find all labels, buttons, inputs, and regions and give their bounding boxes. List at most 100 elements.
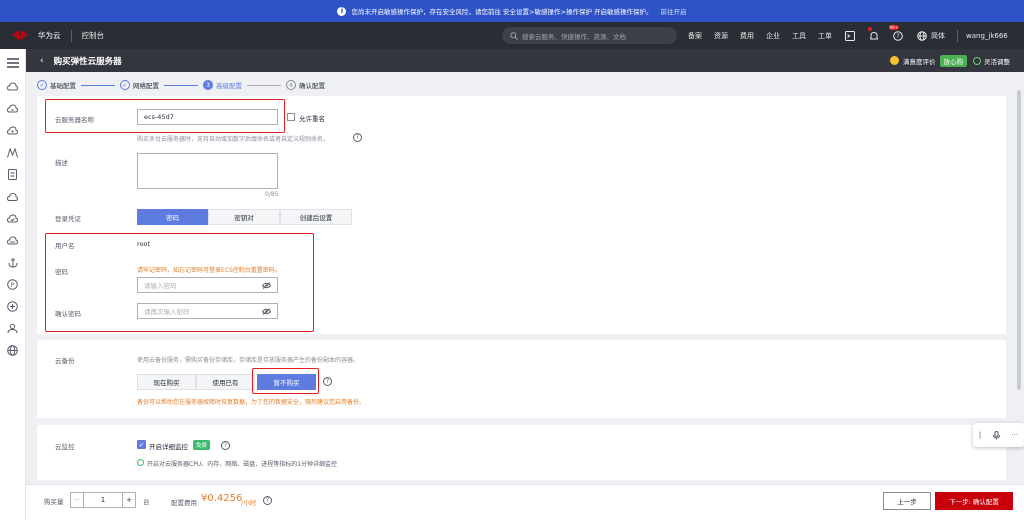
huawei-logo-icon[interactable]	[10, 26, 30, 46]
svg-text:P: P	[11, 282, 15, 289]
cloud-network-icon[interactable]	[6, 124, 19, 137]
quantity-stepper: − 1 +	[70, 492, 136, 508]
microphone-icon[interactable]	[992, 430, 1000, 440]
back-arrow-icon[interactable]: ‹	[40, 56, 44, 66]
nav-enterprise[interactable]: 企业	[766, 31, 780, 41]
nav-beian[interactable]: 备案	[688, 31, 702, 41]
step-connector	[247, 84, 281, 86]
description-label: 描述	[55, 159, 68, 167]
backup-hint: 使用云备份服务，需购买备份存储库，存储库是存放服务器产生的备份副本的容器。	[137, 357, 360, 364]
cloud-security-icon[interactable]	[6, 212, 19, 225]
nav-resources[interactable]: 资源	[714, 31, 728, 41]
page-title-bar: ‹ 购买弹性云服务器	[26, 49, 1024, 72]
eye-off-icon[interactable]	[262, 282, 271, 289]
quantity-unit: 台	[143, 498, 150, 506]
password-warning: 请牢记密码，如忘记密码可登录ECS控制台重置密码。	[137, 267, 281, 274]
check-icon: ✓	[37, 80, 47, 90]
cloud-icon[interactable]	[6, 190, 19, 203]
global-icon[interactable]	[6, 344, 19, 357]
confirm-password-input[interactable]: 请再次输入密码	[137, 303, 278, 319]
price-unit: /小时	[241, 499, 257, 507]
cloud-monitor-panel	[37, 425, 1006, 480]
notice-link[interactable]: 前往开启	[661, 6, 687, 16]
description-textarea[interactable]	[137, 153, 278, 189]
page-scrollbar[interactable]	[1017, 90, 1021, 390]
menu-icon[interactable]	[6, 56, 19, 69]
cloud-storage-icon[interactable]	[6, 102, 19, 115]
option-use-existing[interactable]: 使用已有	[196, 374, 255, 390]
globe-icon[interactable]	[916, 30, 928, 42]
help-icon[interactable]: ?	[353, 133, 362, 142]
user-menu[interactable]: wang_jk666	[966, 32, 1008, 40]
password-input[interactable]: 请输入密码	[137, 277, 278, 293]
monitor-description: 开启对云服务器CPU、内存、网络、磁盘、进程等指标的1分钟详细监控	[147, 461, 338, 468]
nav-tools[interactable]: 工具	[792, 31, 806, 41]
server-name-hint: 购买多台云服务器时，支持自动增加数字后缀命名或者自定义规则命名。	[137, 136, 330, 143]
allow-duplicate-checkbox[interactable]	[287, 113, 295, 121]
nav-tickets[interactable]: 工单	[818, 31, 832, 41]
database-icon[interactable]	[6, 168, 19, 181]
step-advanced: 3 高级配置	[203, 80, 242, 90]
step-label: 确认配置	[299, 82, 325, 90]
notification-badge: 99+	[888, 24, 899, 30]
monitor-checkbox[interactable]: ✓	[137, 440, 146, 449]
login-credential-label: 登录凭证	[55, 215, 81, 223]
check-circle-icon	[973, 56, 981, 65]
floating-toolbar: | ···	[973, 423, 1024, 447]
bell-icon[interactable]	[868, 26, 880, 42]
decrement-button[interactable]: −	[70, 492, 84, 508]
header-divider	[70, 29, 72, 42]
help-icon[interactable]: ? 99+	[888, 24, 904, 42]
cursor-icon[interactable]: |	[979, 431, 981, 439]
search-icon	[510, 31, 518, 40]
highlight-backup-skip	[252, 368, 319, 394]
rating-link[interactable]: 满意度评价	[903, 56, 936, 66]
step-network[interactable]: ✓ 网络配置	[120, 80, 159, 90]
more-icon[interactable]: ···	[1011, 431, 1018, 439]
login-credential-selector: 密码 密钥对 创建后设置	[137, 209, 352, 225]
eye-off-icon[interactable]	[262, 308, 271, 315]
step-label: 高级配置	[216, 82, 242, 90]
option-password[interactable]: 密码	[137, 209, 208, 225]
flex-adjust-link[interactable]: 灵活调整	[984, 56, 1010, 66]
cloud-server-icon[interactable]	[6, 80, 19, 93]
global-search-input[interactable]: 搜索云服务、快捷操作、资源、文档	[502, 27, 677, 44]
security-notice-bar: i 您尚未开启敏感操作保护，存在安全风险，请您前往 安全设置>敏感操作>操作保护…	[0, 0, 1024, 22]
left-sidebar: P	[0, 49, 26, 520]
help-icon[interactable]: ?	[263, 496, 272, 505]
quantity-input[interactable]: 1	[84, 492, 122, 508]
info-icon: i	[337, 6, 347, 16]
backup-warning: 备份可以帮助您在服务器故障时恢复数据，为了您的数据安全，强烈建议您启用备份。	[137, 399, 366, 406]
language-switch[interactable]: 简体	[931, 31, 945, 41]
step-connector	[81, 84, 115, 86]
management-icon[interactable]	[6, 300, 19, 313]
option-buy-now[interactable]: 现在购买	[137, 374, 196, 390]
nav-billing[interactable]: 费用	[740, 31, 754, 41]
header-nav: 备案 资源 费用 企业 工具 工单 ? 99+ 简体 wang_jk666	[688, 22, 1020, 49]
option-set-later[interactable]: 创建后设置	[280, 209, 352, 225]
console-link[interactable]: 控制台	[82, 30, 105, 41]
user-security-icon[interactable]	[6, 322, 19, 335]
highlight-server-name	[45, 99, 285, 133]
service-icon[interactable]: P	[6, 278, 19, 291]
help-icon[interactable]: ?	[221, 441, 230, 450]
step-basic[interactable]: ✓ 基础配置	[37, 80, 76, 90]
brand-name[interactable]: 华为云	[38, 30, 61, 41]
previous-step-button[interactable]: 上一步	[883, 492, 931, 510]
step-connector	[164, 84, 198, 86]
quantity-label: 购买量	[44, 498, 64, 506]
next-step-button[interactable]: 下一步: 确认配置	[935, 492, 1013, 510]
cloudshell-icon[interactable]	[844, 30, 856, 42]
step-number: 4	[286, 80, 296, 90]
monitor-checkbox-label: 开启详细监控	[149, 443, 188, 451]
cloud-monitor-icon[interactable]	[6, 234, 19, 247]
check-icon: ✓	[120, 80, 130, 90]
monitor-label: 云监控	[55, 443, 75, 451]
increment-button[interactable]: +	[122, 492, 136, 508]
option-keypair[interactable]: 密钥对	[208, 209, 280, 225]
analytics-icon[interactable]	[6, 146, 19, 159]
svg-text:?: ?	[896, 33, 899, 40]
help-icon[interactable]: ?	[323, 377, 332, 386]
anchor-icon[interactable]	[6, 256, 19, 269]
step-label: 网络配置	[133, 82, 159, 90]
